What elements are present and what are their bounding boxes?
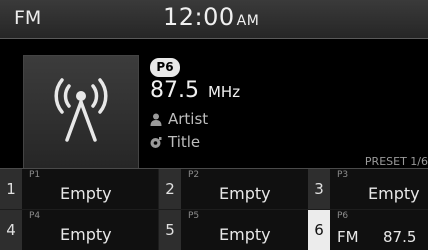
preset-number: 2: [159, 169, 181, 209]
person-icon: [150, 113, 162, 126]
frequency-value: 87.5: [150, 78, 199, 103]
preset-label: P6: [337, 211, 349, 221]
artist-row: Artist: [150, 110, 208, 128]
frequency-display: 87.5 MHz: [150, 78, 240, 103]
preset-value: Empty: [368, 184, 420, 203]
preset-label: P3: [337, 170, 349, 180]
clock-ampm: AM: [236, 13, 260, 29]
preset-number: 4: [0, 210, 22, 250]
preset-number: 1: [0, 169, 22, 209]
current-preset-badge: P6: [150, 58, 180, 77]
preset-value: Empty: [219, 225, 271, 244]
preset-value: Empty: [219, 184, 271, 203]
preset-page-indicator: PRESET 1/6: [364, 155, 428, 168]
radio-broadcast-icon: [54, 78, 108, 142]
preset-number: 6: [308, 210, 330, 250]
preset-value: Empty: [60, 184, 112, 203]
status-bar: FM 12:00 AM: [0, 0, 428, 39]
preset-label: P1: [29, 170, 41, 180]
artist-name: Artist: [168, 110, 209, 128]
station-art: [23, 55, 139, 169]
preset-number: 5: [159, 210, 181, 250]
preset-bar: 1 P1 Empty 2 P2 Empty 3 P3 Empty 4 P4 Em…: [0, 168, 428, 250]
preset-slot-6[interactable]: 6 P6 FM 87.5: [308, 210, 428, 250]
music-note-icon: [150, 136, 162, 148]
preset-frequency: 87.5: [383, 228, 417, 246]
preset-label: P4: [29, 211, 41, 221]
title-row: Title: [150, 133, 200, 151]
track-title: Title: [168, 133, 201, 151]
preset-slot-3[interactable]: 3 P3 Empty: [308, 169, 428, 209]
preset-label: P5: [188, 211, 200, 221]
preset-slot-1[interactable]: 1 P1 Empty: [0, 169, 158, 209]
band-mode[interactable]: FM: [14, 7, 41, 29]
preset-band: FM: [337, 228, 359, 246]
preset-value: Empty: [60, 225, 112, 244]
preset-slot-2[interactable]: 2 P2 Empty: [159, 169, 317, 209]
preset-slot-4[interactable]: 4 P4 Empty: [0, 210, 158, 250]
preset-label: P2: [188, 170, 200, 180]
clock: 12:00 AM: [163, 3, 259, 31]
clock-time: 12:00: [163, 3, 235, 31]
preset-number: 3: [308, 169, 330, 209]
frequency-unit: MHz: [207, 83, 241, 101]
preset-slot-5[interactable]: 5 P5 Empty: [159, 210, 317, 250]
